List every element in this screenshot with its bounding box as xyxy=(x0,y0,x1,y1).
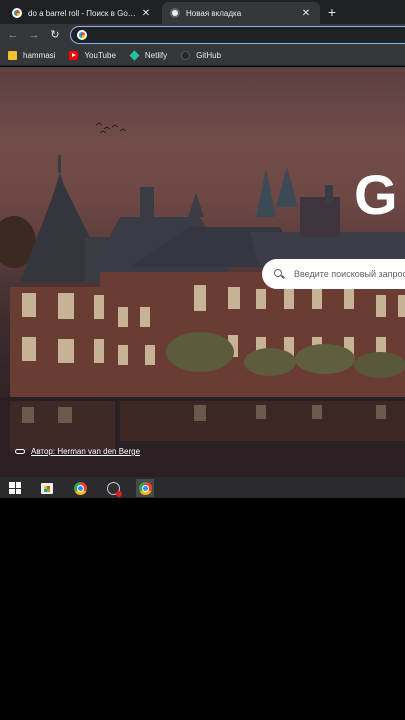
tab-title: do a barrel roll - Поиск в Google xyxy=(28,8,140,18)
obs-icon xyxy=(106,481,122,497)
reload-button[interactable]: ↻ xyxy=(47,27,63,43)
bookmark-label: Netlify xyxy=(144,51,168,60)
chrome-favicon-icon xyxy=(170,8,180,18)
bookmark-github[interactable]: GitHub xyxy=(181,51,221,60)
google-logo: G xyxy=(354,163,398,226)
link-icon xyxy=(15,449,25,454)
store-button[interactable] xyxy=(38,479,56,497)
windows-start-button[interactable] xyxy=(6,479,24,497)
bookmark-hammasi[interactable]: hammasi xyxy=(8,51,55,60)
google-favicon-icon xyxy=(12,8,22,18)
bookmark-netlify[interactable]: Netlify xyxy=(129,50,168,61)
tab-search-result[interactable]: do a barrel roll - Поиск в Google ✕ xyxy=(4,2,160,24)
chrome-taskbar-button[interactable] xyxy=(71,479,89,497)
obs-taskbar-button[interactable] xyxy=(104,479,122,497)
search-icon xyxy=(274,269,284,279)
close-tab-icon[interactable]: ✕ xyxy=(300,8,312,19)
back-button[interactable]: ← xyxy=(5,27,21,43)
youtube-icon xyxy=(69,51,79,60)
bookmark-youtube[interactable]: YouTube xyxy=(69,51,116,60)
windows-start-icon xyxy=(9,482,21,494)
google-icon xyxy=(77,30,87,40)
toolbar: ← → ↻ xyxy=(0,24,405,46)
netlify-icon xyxy=(129,50,140,61)
search-box[interactable]: Введите поисковый запрос xyxy=(262,259,405,289)
bookmark-label: YouTube xyxy=(84,51,116,60)
taskbar xyxy=(0,477,405,498)
photo-credit-text: Автор: Herman van den Berge xyxy=(31,447,141,456)
folder-icon xyxy=(8,51,17,60)
bookmark-label: hammasi xyxy=(23,51,56,60)
forward-button[interactable]: → xyxy=(26,27,42,43)
chrome-active-taskbar-button[interactable] xyxy=(136,479,154,497)
chrome-active-icon xyxy=(138,481,152,495)
bookmarks-bar: hammasi YouTube Netlify GitHub xyxy=(0,46,405,66)
tab-strip: do a barrel roll - Поиск в Google ✕ Нова… xyxy=(0,0,405,24)
github-icon xyxy=(181,51,191,60)
address-bar[interactable] xyxy=(70,26,405,44)
search-placeholder: Введите поисковый запрос xyxy=(294,269,405,279)
tab-new-tab[interactable]: Новая вкладка ✕ xyxy=(162,2,320,24)
store-icon xyxy=(41,482,53,494)
new-tab-page: G Введите поисковый запрос Автор: Herman… xyxy=(0,67,405,477)
chrome-icon xyxy=(73,481,87,495)
tab-title: Новая вкладка xyxy=(186,8,242,18)
photo-credit[interactable]: Автор: Herman van den Berge xyxy=(15,447,140,456)
new-tab-button[interactable]: + xyxy=(324,4,340,20)
close-tab-icon[interactable]: ✕ xyxy=(140,8,152,19)
bookmark-label: GitHub xyxy=(196,51,222,60)
